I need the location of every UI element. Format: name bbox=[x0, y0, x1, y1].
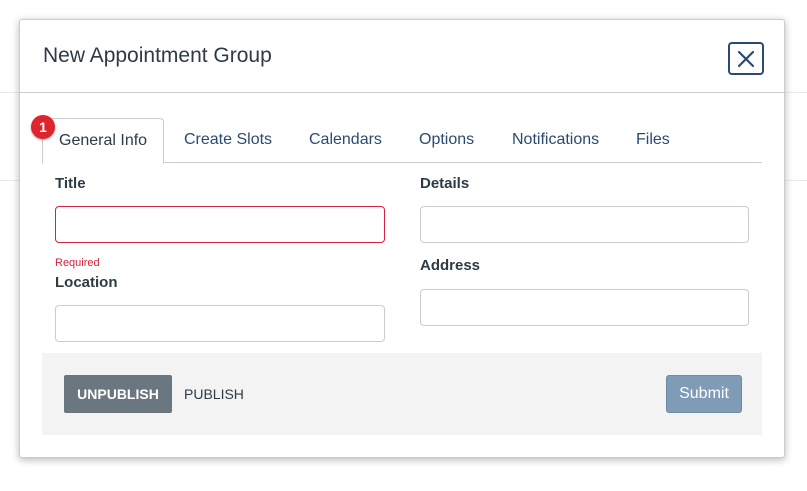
tab-files[interactable]: Files bbox=[620, 118, 686, 163]
location-label: Location bbox=[55, 274, 118, 291]
unpublish-button[interactable]: UNPUBLISH bbox=[64, 375, 172, 413]
submit-button[interactable]: Submit bbox=[666, 375, 742, 413]
tab-options[interactable]: Options bbox=[403, 118, 490, 163]
publish-button[interactable]: PUBLISH bbox=[184, 375, 244, 413]
location-input[interactable] bbox=[55, 305, 385, 342]
tab-create-slots[interactable]: Create Slots bbox=[168, 118, 288, 163]
dialog-footer: UNPUBLISH PUBLISH Submit bbox=[42, 353, 762, 435]
address-label: Address bbox=[420, 257, 481, 274]
title-label: Title bbox=[55, 175, 86, 192]
title-error-message: Required bbox=[55, 257, 100, 269]
close-button[interactable] bbox=[728, 42, 764, 75]
tab-notifications[interactable]: Notifications bbox=[496, 118, 615, 163]
dialog-title: New Appointment Group bbox=[43, 44, 272, 67]
details-label: Details bbox=[420, 175, 470, 192]
appointment-group-dialog: New Appointment Group General Info Creat… bbox=[19, 19, 785, 458]
step-number-badge: 1 bbox=[31, 115, 55, 139]
title-input[interactable] bbox=[55, 206, 385, 243]
address-input[interactable] bbox=[420, 289, 749, 326]
tab-general-info[interactable]: General Info bbox=[42, 118, 165, 164]
close-icon bbox=[737, 50, 755, 67]
tab-calendars[interactable]: Calendars bbox=[293, 118, 398, 163]
dialog-tabs: General Info Create Slots Calendars Opti… bbox=[42, 118, 762, 164]
dialog-header: New Appointment Group bbox=[20, 20, 784, 93]
details-input[interactable] bbox=[420, 206, 749, 243]
